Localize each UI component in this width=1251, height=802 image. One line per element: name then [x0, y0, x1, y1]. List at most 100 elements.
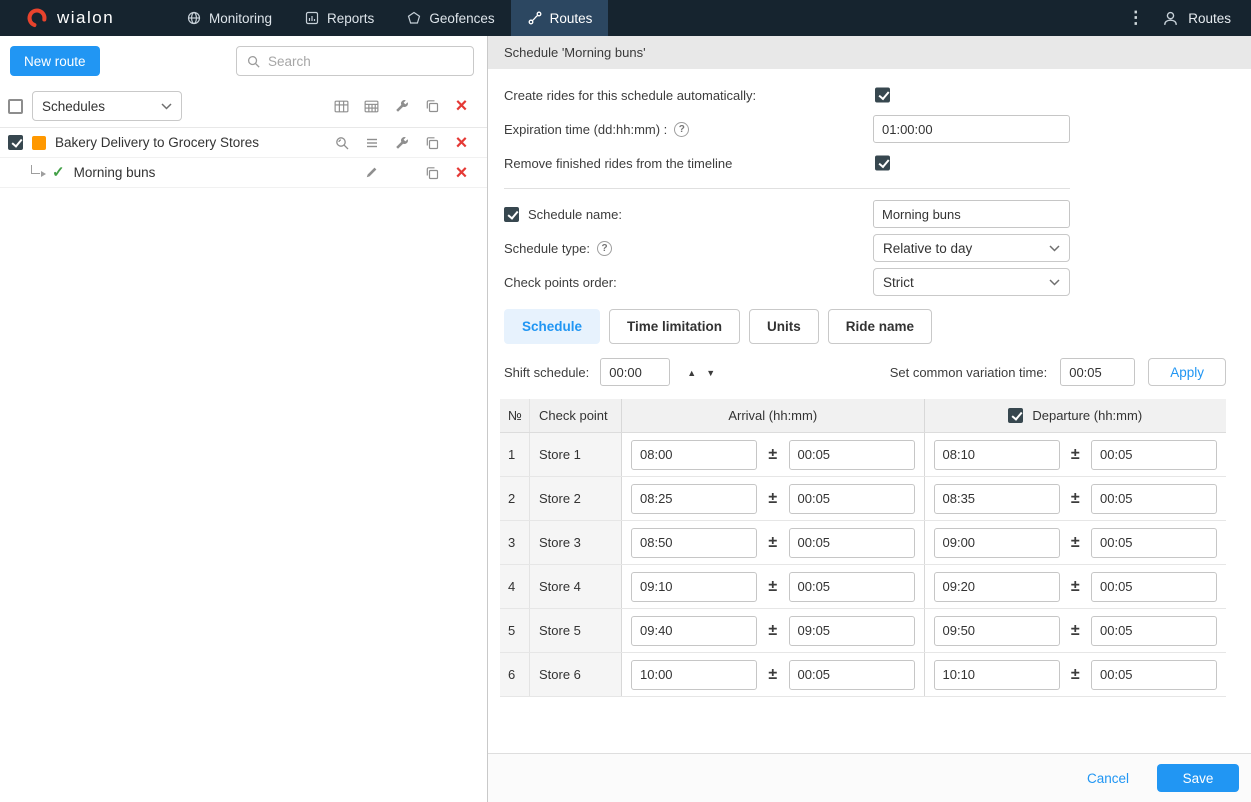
- departure-variation-input[interactable]: [1091, 571, 1217, 602]
- table-header: № Check point Arrival (hh:mm) Departure …: [500, 399, 1226, 433]
- arrival-time-input[interactable]: [631, 439, 757, 470]
- arrival-variation-input[interactable]: [788, 483, 915, 514]
- user-menu-label[interactable]: Routes: [1188, 11, 1231, 26]
- apply-button[interactable]: Apply: [1148, 358, 1226, 386]
- shift-down-button[interactable]: [701, 363, 720, 381]
- schedule-editor-panel: Schedule 'Morning buns' Create rides for…: [488, 36, 1251, 802]
- calendar-view-icon[interactable]: [363, 98, 380, 115]
- shift-schedule-input[interactable]: [600, 358, 671, 386]
- schedule-name-checkbox[interactable]: [504, 206, 519, 222]
- plus-minus-icon: [768, 666, 777, 684]
- search-icon: [247, 55, 260, 68]
- arrival-time-input[interactable]: [631, 615, 757, 646]
- route-checkbox[interactable]: [8, 135, 23, 150]
- tab-units[interactable]: Units: [749, 309, 819, 344]
- help-icon[interactable]: [674, 121, 690, 137]
- arrival-time-input[interactable]: [631, 527, 757, 558]
- route-row[interactable]: Bakery Delivery to Grocery Stores: [0, 128, 487, 158]
- departure-variation-input[interactable]: [1091, 527, 1217, 558]
- arrival-variation-input[interactable]: [788, 659, 915, 690]
- help-icon[interactable]: [597, 240, 613, 256]
- edit-pencil-icon[interactable]: [363, 164, 380, 181]
- kebab-menu-icon[interactable]: [1109, 8, 1162, 28]
- nav-monitoring[interactable]: Monitoring: [170, 0, 288, 36]
- departure-variation-input[interactable]: [1091, 439, 1217, 470]
- left-panel-toolbar: New route: [0, 36, 487, 85]
- checkpoint-name: Store 2: [530, 477, 622, 520]
- schedule-row[interactable]: Morning buns: [0, 158, 487, 188]
- schedule-name-input[interactable]: [873, 200, 1070, 228]
- departure-variation-input[interactable]: [1091, 615, 1217, 646]
- table-view-icon[interactable]: [333, 98, 350, 115]
- tab-time-limitation[interactable]: Time limitation: [609, 309, 741, 344]
- departure-time-input[interactable]: [933, 615, 1060, 646]
- delete-icon[interactable]: [453, 98, 470, 115]
- checkpoint-name: Store 5: [530, 609, 622, 652]
- departure-header-checkbox[interactable]: [1008, 408, 1024, 423]
- nav-geofences[interactable]: Geofences: [390, 0, 510, 36]
- wrench-icon[interactable]: [393, 98, 410, 115]
- departure-time-input[interactable]: [933, 659, 1060, 690]
- variation-input[interactable]: [1060, 358, 1136, 386]
- table-row: 2 Store 2: [500, 477, 1226, 521]
- plus-minus-icon: [768, 578, 777, 596]
- arrival-variation-input[interactable]: [788, 439, 915, 470]
- plus-minus-icon: [1071, 446, 1080, 464]
- create-rides-label: Create rides for this schedule automatic…: [504, 87, 757, 103]
- departure-time-input[interactable]: [933, 439, 1060, 470]
- checkpoints-order-row: Check points order: Strict: [488, 265, 1251, 299]
- delete-icon[interactable]: [453, 164, 470, 181]
- schedule-type-select[interactable]: Relative to day: [873, 234, 1070, 262]
- remove-finished-checkbox[interactable]: [875, 155, 890, 171]
- departure-time-input[interactable]: [933, 527, 1060, 558]
- arrival-time-input[interactable]: [631, 571, 757, 602]
- departure-time-input[interactable]: [933, 571, 1060, 602]
- brand-text: wialon: [57, 8, 115, 27]
- arrival-variation-input[interactable]: [788, 571, 915, 602]
- row-number: 2: [500, 477, 530, 520]
- plus-minus-icon: [768, 446, 777, 464]
- variation-label: Set common variation time:: [889, 364, 1048, 380]
- table-row: 5 Store 5: [500, 609, 1226, 653]
- copy-icon[interactable]: [423, 98, 440, 115]
- departure-variation-input[interactable]: [1091, 483, 1217, 514]
- shift-up-button[interactable]: [682, 363, 701, 381]
- checkpoints-order-select[interactable]: Strict: [873, 268, 1070, 296]
- expiration-input[interactable]: [873, 115, 1070, 143]
- plus-minus-icon: [1071, 666, 1080, 684]
- plus-minus-icon: [768, 622, 777, 640]
- wialon-logo[interactable]: wialon: [0, 0, 170, 36]
- main-area: New route Schedules: [0, 36, 1251, 802]
- panel-title: Schedule 'Morning buns': [504, 45, 646, 60]
- search-input[interactable]: [268, 53, 464, 69]
- tab-schedule[interactable]: Schedule: [504, 309, 601, 344]
- copy-icon[interactable]: [423, 164, 440, 181]
- arrival-time-input[interactable]: [631, 659, 757, 690]
- wrench-icon[interactable]: [393, 134, 410, 151]
- schedule-list-icon[interactable]: [363, 134, 380, 151]
- find-on-map-icon[interactable]: [333, 134, 350, 151]
- editor-tabs: Schedule Time limitation Units Ride name: [488, 299, 1251, 344]
- shift-schedule-row: Shift schedule: Set common variation tim…: [488, 344, 1251, 386]
- create-rides-checkbox[interactable]: [875, 87, 890, 103]
- new-route-button[interactable]: New route: [10, 46, 100, 76]
- arrival-variation-input[interactable]: [788, 615, 915, 646]
- tab-ride-name[interactable]: Ride name: [827, 309, 933, 344]
- delete-icon[interactable]: [453, 134, 470, 151]
- copy-icon[interactable]: [423, 134, 440, 151]
- wialon-app: wialon Monitoring Reports Geofences Rout…: [0, 0, 1251, 802]
- departure-variation-input[interactable]: [1091, 659, 1217, 690]
- table-row: 1 Store 1: [500, 433, 1226, 477]
- monitoring-icon: [187, 11, 201, 25]
- list-mode-select[interactable]: Schedules: [32, 91, 182, 121]
- arrival-variation-input[interactable]: [788, 527, 915, 558]
- nav-routes[interactable]: Routes: [510, 0, 609, 36]
- nav-reports[interactable]: Reports: [288, 0, 390, 36]
- row-number: 6: [500, 653, 530, 696]
- user-icon[interactable]: [1162, 10, 1179, 27]
- departure-time-input[interactable]: [933, 483, 1060, 514]
- cancel-button[interactable]: Cancel: [1067, 763, 1149, 793]
- arrival-time-input[interactable]: [631, 483, 757, 514]
- select-all-checkbox[interactable]: [8, 98, 23, 114]
- save-button[interactable]: Save: [1157, 764, 1239, 792]
